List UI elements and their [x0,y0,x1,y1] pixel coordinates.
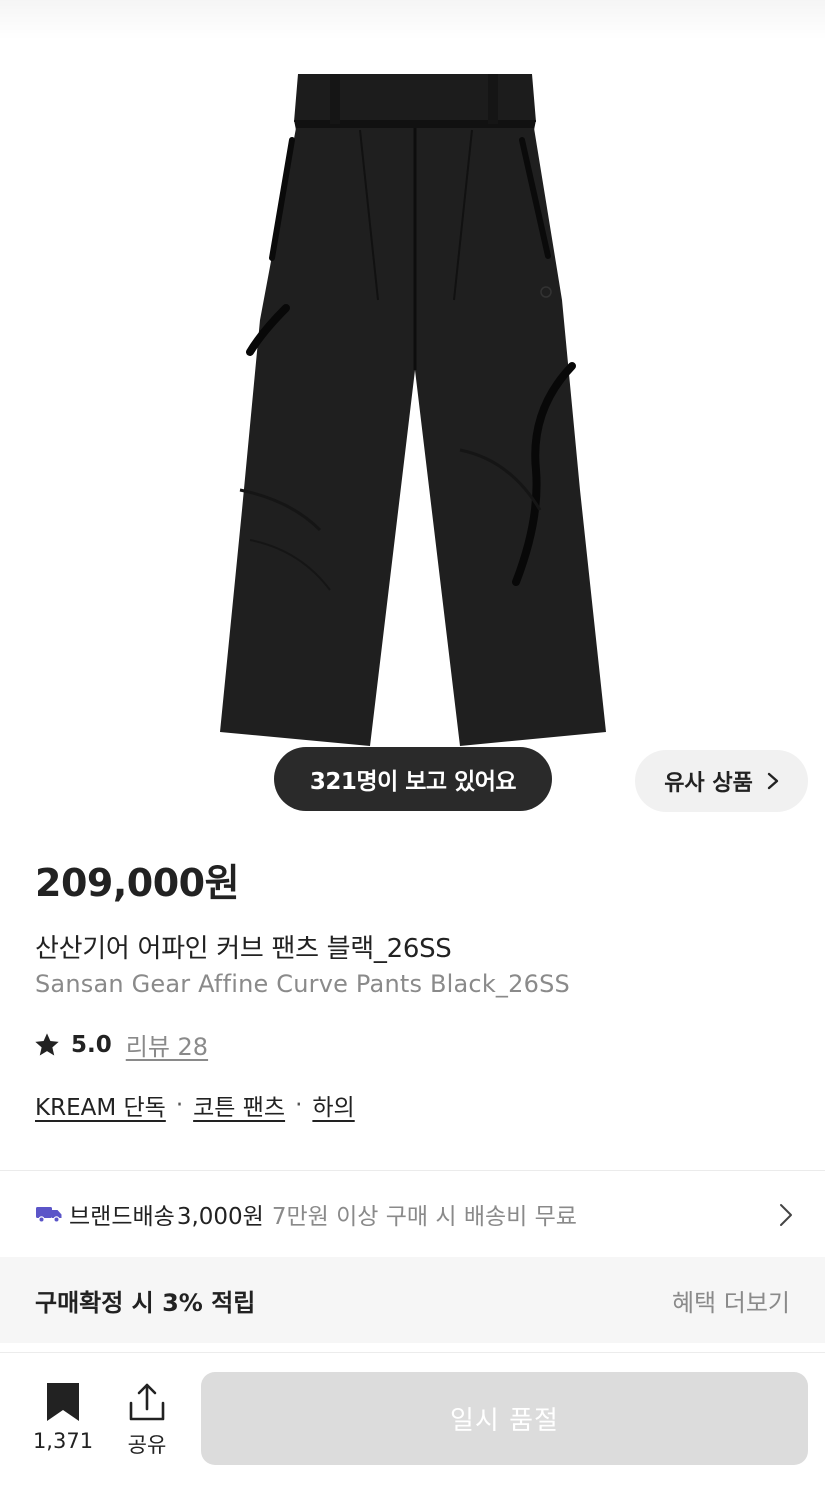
chevron-right-icon [780,1204,792,1226]
rating-value: 5.0 [71,1031,112,1058]
bottom-action-bar: 1,371 공유 일시 품절 [0,1352,825,1500]
viewers-count-pill: 321명이 보고 있어요 [274,747,552,811]
review-link[interactable]: 리뷰 28 [126,1027,208,1062]
product-image [220,74,606,746]
star-icon [35,1032,59,1055]
bookmark-icon [47,1383,79,1421]
truck-icon [36,1207,62,1223]
top-shadow [0,0,825,40]
rating-row: 5.0 리뷰 28 [33,1027,208,1062]
chevron-right-icon [767,772,779,790]
sold-out-label: 일시 품절 [450,1406,559,1436]
shipping-price: 3,000원 [176,1204,264,1230]
similar-products-label: 유사 상품 [664,771,753,796]
product-name-korean: 산산기어 어파인 커브 팬츠 블랙_26SS [35,934,452,964]
similar-products-button[interactable]: 유사 상품 [635,750,808,812]
tag-separator: · [175,1092,184,1118]
tag-kream-exclusive[interactable]: KREAM 단독 [35,1088,166,1122]
shipping-label: 브랜드배송 [69,1204,175,1230]
bookmark-button[interactable]: 1,371 [30,1381,96,1461]
share-icon [129,1383,165,1421]
bookmark-count: 1,371 [32,1429,94,1453]
shipping-note: 7만원 이상 구매 시 배송비 무료 [271,1204,577,1230]
category-tags: KREAM 단독 · 코튼 팬츠 · 하의 [35,1088,355,1122]
share-label: 공유 [127,1433,167,1457]
benefit-title: 구매확정 시 3% 적립 [35,1288,256,1317]
sold-out-button[interactable]: 일시 품절 [201,1372,808,1465]
benefit-row: 구매확정 시 3% 적립 혜택 더보기 [0,1257,825,1343]
tag-bottoms[interactable]: 하의 [312,1088,354,1122]
tag-cotton-pants[interactable]: 코튼 팬츠 [193,1088,285,1122]
viewers-text: 321명이 보고 있어요 [309,769,517,795]
benefit-more-link[interactable]: 혜택 더보기 [672,1283,790,1318]
product-price: 209,000원 [35,861,240,905]
shipping-info-row[interactable]: 브랜드배송 3,000원 7만원 이상 구매 시 배송비 무료 [0,1171,825,1257]
product-name-english: Sansan Gear Affine Curve Pants Black_26S… [35,970,570,998]
tag-separator: · [295,1092,303,1118]
share-button[interactable]: 공유 [118,1381,176,1461]
product-image-area[interactable]: 321명이 보고 있어요 유사 상품 [0,0,825,830]
